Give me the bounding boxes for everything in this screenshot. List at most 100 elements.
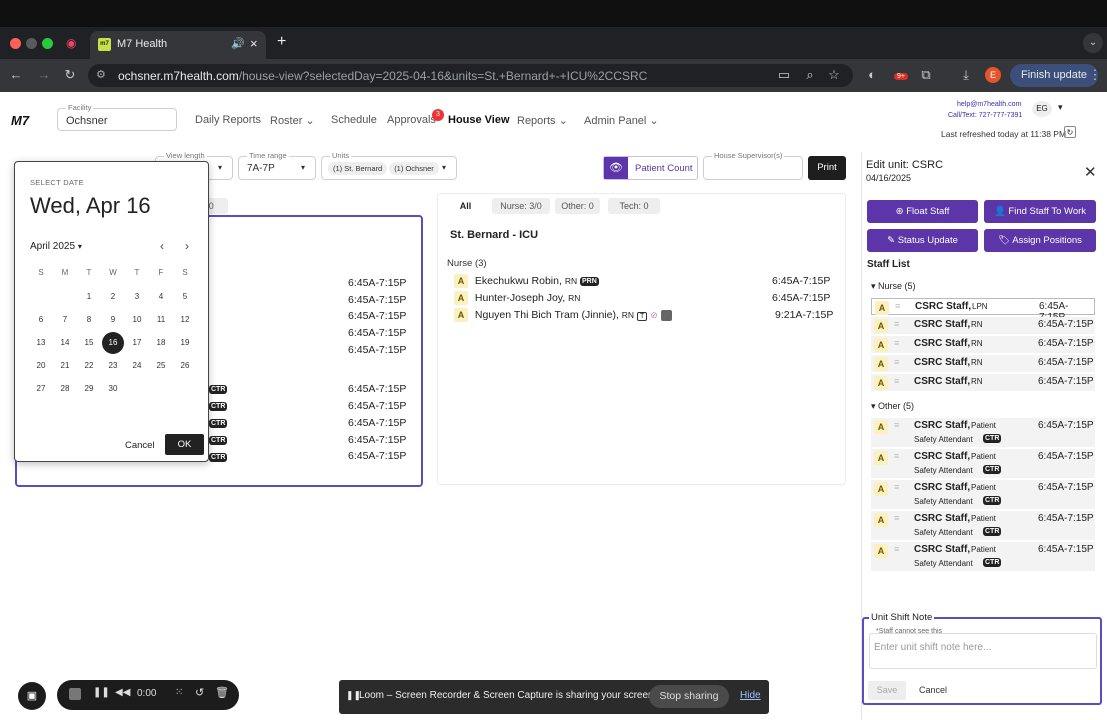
hide-link[interactable]: Hide [740,690,761,701]
notes-icon[interactable]: ≡ [894,451,899,461]
calendar-day[interactable]: 17 [126,338,148,347]
bookmark-star-icon[interactable]: ☆ [826,67,842,83]
profile-avatar[interactable]: E [985,67,1001,83]
calendar-day[interactable]: 24 [126,361,148,370]
calendar-day[interactable]: 1 [78,292,100,301]
units-select[interactable]: Units (1) St. Bernard (1) Ochsner ▾ [321,151,457,180]
calendar-day[interactable]: 20 [30,361,52,370]
nav-reports[interactable]: Reports ⌄ [517,114,568,127]
patient-count-toggle[interactable]: 👁 Patient Count [603,156,698,180]
picker-ok-button[interactable]: OK [165,434,204,455]
cancel-note-button[interactable]: Cancel [919,685,947,695]
calendar-day[interactable]: 14 [54,338,76,347]
calendar-day[interactable]: 28 [54,384,76,393]
float-staff-button[interactable]: ⊛ Float Staff [867,200,978,223]
caret-down-icon[interactable]: ▾ [1058,102,1063,113]
finish-update-button[interactable]: Finish update [1010,64,1098,87]
camera-icon[interactable]: ▣ [18,682,46,710]
notes-icon[interactable]: ≡ [895,301,900,311]
stop-record-icon[interactable] [69,688,81,700]
cast-icon[interactable]: ▭ [776,67,792,83]
calendar-day[interactable]: 30 [102,384,124,393]
calendar-day[interactable]: 5 [174,292,196,301]
calendar-day[interactable]: 23 [102,361,124,370]
site-settings-icon[interactable]: ⚙ [96,68,106,81]
tab-all[interactable]: All [447,198,484,214]
calendar-day[interactable]: 12 [174,315,196,324]
save-note-button[interactable]: Save [868,681,906,700]
zoom-icon[interactable]: ⌕ [802,67,818,83]
tab-nurse[interactable]: Nurse: 3/0 [492,198,550,214]
close-window-button[interactable] [10,38,21,49]
tab-tech[interactable]: Tech: 0 [608,198,660,214]
calendar-day[interactable]: 21 [54,361,76,370]
maximize-window-button[interactable] [42,38,53,49]
calendar-day[interactable]: 15 [78,338,100,347]
new-tab-icon[interactable]: + [277,33,286,51]
notes-icon[interactable]: ≡ [894,420,899,430]
refresh-icon[interactable]: ↻ [1064,126,1076,138]
pause-icon[interactable]: ❚❚ [93,687,110,698]
prev-month-icon[interactable]: ‹ [160,239,164,253]
restart-icon[interactable]: ↺ [195,686,204,699]
staff-list-row[interactable]: A ≡ CSRC Staff, Patient Safety Attendant CTR 6… [871,418,1095,447]
staff-list-row[interactable]: A≡CSRC Staff,LPN6:45A-7:15P [871,298,1095,323]
nav-daily-reports[interactable]: Daily Reports [195,114,261,126]
calendar-day[interactable]: 27 [30,384,52,393]
house-supervisor-input[interactable]: House Supervisor(s) [703,151,803,180]
tab-search-icon[interactable]: ⌄ [1083,33,1103,53]
extension-icon[interactable]: ◐ [864,67,880,82]
calendar-day[interactable]: 18 [150,338,172,347]
close-icon[interactable]: ✕ [1084,163,1097,181]
find-staff-button[interactable]: 👤 Find Staff To Work [984,200,1096,223]
browser-tab[interactable]: m7 M7 Health 🔊 × [90,31,266,59]
tab-other[interactable]: Other: 0 [555,198,600,214]
nav-admin-panel[interactable]: Admin Panel ⌄ [584,114,659,127]
user-avatar[interactable]: EG [1032,101,1052,117]
other-group-toggle[interactable]: ▾ Other (5) [871,401,914,412]
grid-icon[interactable]: ⁙ [175,687,183,698]
extensions-puzzle-icon[interactable]: ⧉ [918,67,934,83]
calendar-day[interactable]: 25 [150,361,172,370]
shift-note-input[interactable]: Enter unit shift note here... [869,633,1097,669]
back-icon[interactable]: ← [8,67,24,82]
time-range-select[interactable]: Time range 7A-7P ▾ [238,151,316,180]
forward-icon[interactable]: → [36,67,52,82]
calendar-day[interactable]: 10 [126,315,148,324]
trash-icon[interactable]: 🗑 [215,686,229,699]
calendar-day[interactable]: 9 [102,315,124,324]
staff-list-row[interactable]: A ≡ CSRC Staff, Patient Safety Attendant CTR 6… [871,449,1095,478]
menu-icon[interactable]: ⋮ [1087,67,1103,83]
download-icon[interactable]: ⤓ [958,67,974,83]
picker-cancel-button[interactable]: Cancel [125,440,155,451]
url-bar[interactable]: ⚙ ochsner.m7health.com/house-view?select… [88,64,853,87]
calendar-day[interactable]: 11 [150,315,172,324]
nurse-group-toggle[interactable]: ▾ Nurse (5) [871,281,916,292]
calendar-day[interactable]: 22 [78,361,100,370]
calendar-day[interactable]: 4 [150,292,172,301]
calendar-day-selected[interactable]: 16 [102,332,124,354]
staff-row[interactable]: A Hunter-Joseph Joy, RN 6:45A-7:15P [454,291,834,307]
staff-list-row[interactable]: A ≡ CSRC Staff, RN 6:45A-7:15P [871,317,1095,334]
notes-icon[interactable]: ≡ [894,338,899,348]
notes-icon[interactable]: ≡ [894,376,899,386]
notes-icon[interactable]: ≡ [894,482,899,492]
calendar-day[interactable]: 19 [174,338,196,347]
facility-select[interactable]: Facility Ochsner [57,103,177,131]
next-month-icon[interactable]: › [185,239,189,253]
staff-row[interactable]: A Ekechukwu Robin, RN PRN 6:45A-7:15P [454,274,834,290]
staff-list-row[interactable]: A ≡ CSRC Staff, Patient Safety Attendant CTR 6… [871,542,1095,571]
minimize-window-button[interactable] [26,38,37,49]
calendar-day[interactable]: 2 [102,292,124,301]
staff-list-row[interactable]: A ≡ CSRC Staff, Patient Safety Attendant CTR 6… [871,480,1095,509]
staff-list-row[interactable]: A ≡ CSRC Staff, RN 6:45A-7:15P [871,374,1095,391]
nav-house-view[interactable]: House View [448,114,510,126]
print-button[interactable]: Print [808,156,846,180]
close-tab-icon[interactable]: × [250,36,258,51]
calendar-day[interactable]: 6 [30,315,52,324]
calendar-day[interactable]: 3 [126,292,148,301]
calendar-day[interactable]: 29 [78,384,100,393]
notes-icon[interactable]: ≡ [894,357,899,367]
notes-icon[interactable]: ≡ [894,319,899,329]
reload-icon[interactable]: ↻ [62,67,78,83]
